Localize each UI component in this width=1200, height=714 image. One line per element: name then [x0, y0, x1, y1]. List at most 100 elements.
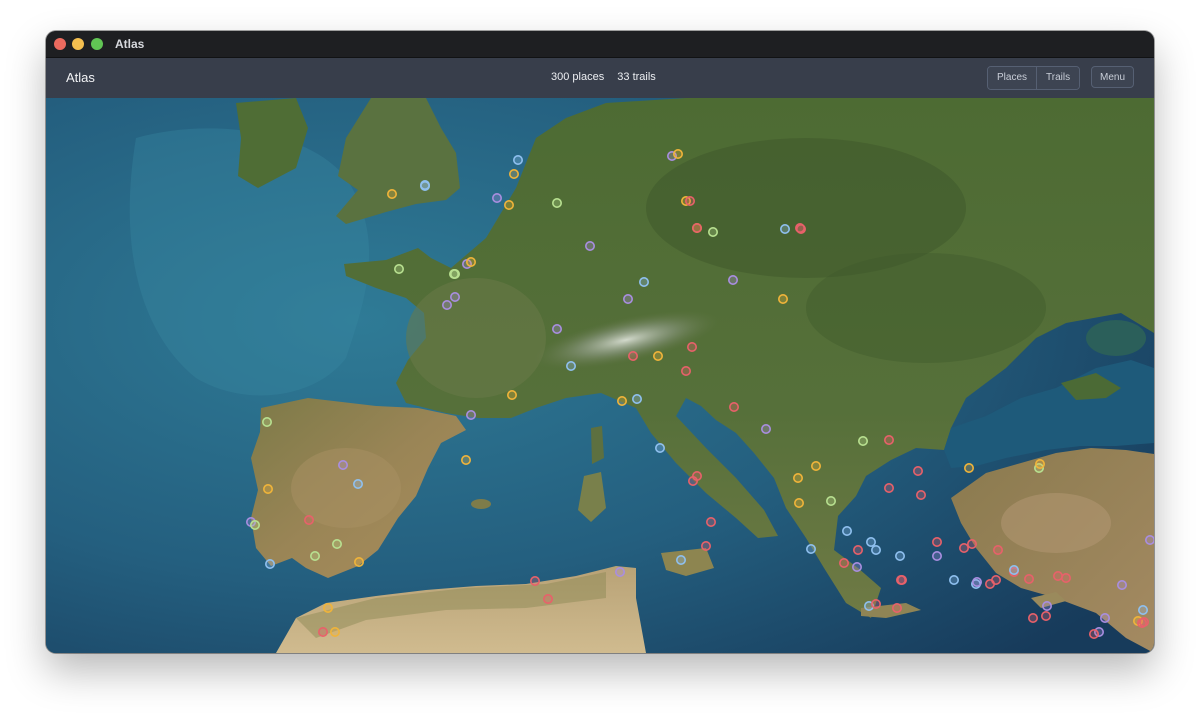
- place-marker[interactable]: [680, 365, 691, 376]
- place-marker[interactable]: [672, 148, 683, 159]
- trails-tab-button[interactable]: Trails: [1036, 67, 1080, 89]
- place-marker[interactable]: [931, 550, 942, 561]
- place-marker[interactable]: [684, 196, 695, 207]
- place-marker[interactable]: [1100, 612, 1111, 623]
- close-window-button[interactable]: [54, 38, 66, 50]
- place-marker[interactable]: [883, 482, 894, 493]
- place-marker[interactable]: [551, 198, 562, 209]
- place-marker[interactable]: [705, 516, 716, 527]
- place-marker[interactable]: [352, 478, 363, 489]
- place-marker[interactable]: [353, 556, 364, 567]
- place-marker[interactable]: [265, 558, 276, 569]
- map-canvas[interactable]: [46, 98, 1154, 653]
- place-marker[interactable]: [652, 351, 663, 362]
- satellite-map[interactable]: [46, 98, 1154, 653]
- place-marker[interactable]: [1027, 612, 1038, 623]
- place-marker[interactable]: [448, 269, 459, 280]
- place-marker[interactable]: [870, 598, 881, 609]
- place-marker[interactable]: [779, 224, 790, 235]
- place-marker[interactable]: [529, 575, 540, 586]
- place-marker[interactable]: [329, 626, 340, 637]
- place-marker[interactable]: [616, 395, 627, 406]
- place-marker[interactable]: [1138, 604, 1149, 615]
- place-marker[interactable]: [503, 200, 514, 211]
- menu-button[interactable]: Menu: [1091, 66, 1135, 88]
- place-marker[interactable]: [841, 525, 852, 536]
- place-marker[interactable]: [883, 434, 894, 445]
- place-marker[interactable]: [810, 460, 821, 471]
- place-marker[interactable]: [542, 593, 553, 604]
- place-marker[interactable]: [1089, 628, 1100, 639]
- place-marker[interactable]: [865, 536, 876, 547]
- place-marker[interactable]: [1052, 570, 1063, 581]
- place-marker[interactable]: [700, 540, 711, 551]
- place-marker[interactable]: [1060, 572, 1071, 583]
- place-marker[interactable]: [631, 393, 642, 404]
- place-marker[interactable]: [449, 292, 460, 303]
- place-marker[interactable]: [337, 459, 348, 470]
- place-marker[interactable]: [309, 550, 320, 561]
- maximize-window-button[interactable]: [91, 38, 103, 50]
- place-marker[interactable]: [506, 389, 517, 400]
- place-marker[interactable]: [491, 193, 502, 204]
- place-marker[interactable]: [870, 544, 881, 555]
- place-marker[interactable]: [1008, 564, 1019, 575]
- place-marker[interactable]: [675, 554, 686, 565]
- place-marker[interactable]: [263, 483, 274, 494]
- place-marker[interactable]: [1145, 535, 1154, 545]
- place-marker[interactable]: [891, 602, 902, 613]
- place-marker[interactable]: [912, 465, 923, 476]
- place-marker[interactable]: [958, 542, 969, 553]
- place-marker[interactable]: [915, 489, 926, 500]
- place-marker[interactable]: [686, 342, 697, 353]
- place-marker[interactable]: [851, 561, 862, 572]
- place-marker[interactable]: [792, 472, 803, 483]
- place-marker[interactable]: [508, 169, 519, 180]
- place-marker[interactable]: [465, 409, 476, 420]
- place-marker[interactable]: [687, 475, 698, 486]
- place-marker[interactable]: [331, 538, 342, 549]
- place-marker[interactable]: [793, 497, 804, 508]
- place-marker[interactable]: [1041, 600, 1052, 611]
- place-marker[interactable]: [622, 294, 633, 305]
- place-marker[interactable]: [638, 277, 649, 288]
- place-marker[interactable]: [584, 241, 595, 252]
- place-marker[interactable]: [794, 223, 805, 234]
- place-marker[interactable]: [948, 574, 959, 585]
- place-marker[interactable]: [931, 536, 942, 547]
- place-marker[interactable]: [728, 401, 739, 412]
- place-marker[interactable]: [322, 602, 333, 613]
- minimize-window-button[interactable]: [72, 38, 84, 50]
- place-marker[interactable]: [727, 275, 738, 286]
- place-marker[interactable]: [852, 544, 863, 555]
- place-marker[interactable]: [1137, 617, 1148, 628]
- place-marker[interactable]: [386, 189, 397, 200]
- place-marker[interactable]: [460, 454, 471, 465]
- place-marker[interactable]: [262, 416, 273, 427]
- place-marker[interactable]: [805, 543, 816, 554]
- place-marker[interactable]: [894, 550, 905, 561]
- place-marker[interactable]: [760, 423, 771, 434]
- place-marker[interactable]: [465, 257, 476, 268]
- place-marker[interactable]: [896, 574, 907, 585]
- place-marker[interactable]: [838, 557, 849, 568]
- place-marker[interactable]: [627, 351, 638, 362]
- place-marker[interactable]: [512, 154, 523, 165]
- place-marker[interactable]: [654, 442, 665, 453]
- place-marker[interactable]: [990, 574, 1001, 585]
- place-marker[interactable]: [963, 462, 974, 473]
- place-marker[interactable]: [614, 566, 625, 577]
- place-marker[interactable]: [303, 514, 314, 525]
- place-marker[interactable]: [565, 360, 576, 371]
- place-marker[interactable]: [707, 227, 718, 238]
- place-marker[interactable]: [971, 576, 982, 587]
- place-marker[interactable]: [393, 264, 404, 275]
- place-marker[interactable]: [317, 626, 328, 637]
- place-marker[interactable]: [1117, 579, 1128, 590]
- place-marker[interactable]: [419, 180, 430, 191]
- place-marker[interactable]: [966, 538, 977, 549]
- place-marker[interactable]: [1023, 573, 1034, 584]
- place-marker[interactable]: [992, 544, 1003, 555]
- place-marker[interactable]: [1040, 610, 1051, 621]
- place-marker[interactable]: [551, 324, 562, 335]
